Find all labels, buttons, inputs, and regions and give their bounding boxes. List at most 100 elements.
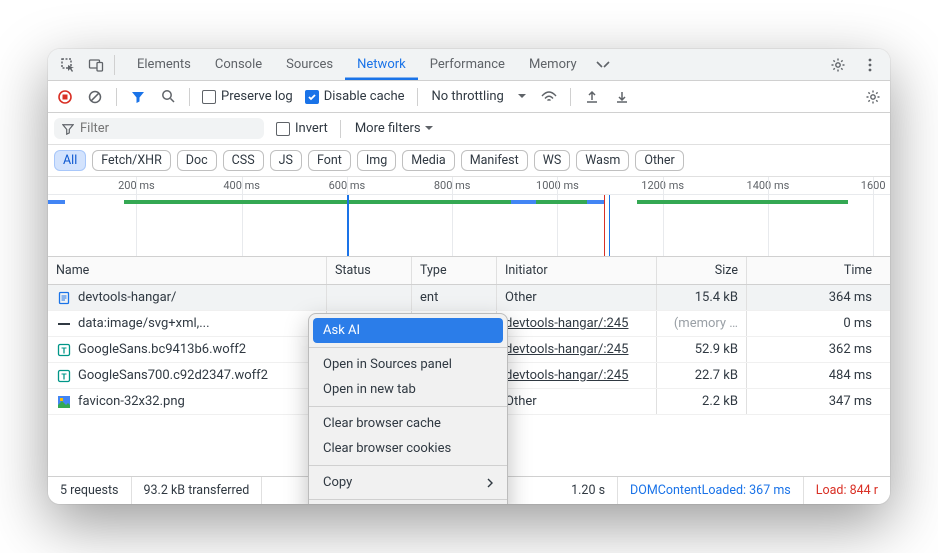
tab-performance[interactable]: Performance — [418, 49, 517, 80]
tab-console[interactable]: Console — [203, 49, 274, 80]
time-value: 364 ms — [829, 290, 872, 305]
time-value: 347 ms — [829, 394, 872, 409]
upload-har-icon[interactable] — [579, 84, 605, 110]
initiator-link[interactable]: devtools-hangar/:245 — [505, 368, 628, 383]
col-time[interactable]: Time — [747, 257, 890, 284]
chip-wasm[interactable]: Wasm — [576, 150, 629, 171]
more-tabs-icon[interactable] — [589, 49, 617, 80]
preserve-log-checkbox[interactable]: Preserve log — [198, 89, 297, 104]
chip-all[interactable]: All — [54, 150, 86, 171]
filter-bar: Invert More filters — [48, 113, 890, 145]
main-tabbar: Elements Console Sources Network Perform… — [48, 49, 890, 81]
disable-cache-label: Disable cache — [324, 89, 405, 104]
initiator-link[interactable]: devtools-hangar/:245 — [505, 316, 628, 331]
network-conditions-icon[interactable] — [536, 84, 562, 110]
col-type[interactable]: Type — [412, 257, 497, 284]
request-name: GoogleSans700.c92d2347.woff2 — [78, 368, 268, 383]
download-har-icon[interactable] — [609, 84, 635, 110]
chip-img[interactable]: Img — [357, 150, 396, 171]
devtools-window: Elements Console Sources Network Perform… — [48, 49, 890, 504]
ctx-open-tab[interactable]: Open in new tab — [309, 377, 507, 402]
ctx-clear-cache[interactable]: Clear browser cache — [309, 411, 507, 436]
device-toolbar-icon[interactable] — [82, 51, 110, 79]
funnel-icon — [62, 123, 74, 135]
chip-css[interactable]: CSS — [223, 150, 264, 171]
chip-ws[interactable]: WS — [534, 150, 571, 171]
request-name: favicon-32x32.png — [78, 394, 185, 409]
status-load: Load: 844 r — [804, 477, 890, 504]
panel-tabs: Elements Console Sources Network Perform… — [125, 49, 818, 80]
more-filters-label: More filters — [355, 121, 421, 136]
initiator-text: Other — [505, 290, 537, 305]
size-value: 52.9 kB — [695, 342, 738, 357]
chip-fetch-xhr[interactable]: Fetch/XHR — [92, 150, 171, 171]
tab-network[interactable]: Network — [345, 49, 418, 80]
time-value: 362 ms — [829, 342, 872, 357]
chevron-right-icon — [487, 478, 493, 488]
network-settings-icon[interactable] — [860, 84, 886, 110]
filter-input[interactable] — [80, 121, 256, 136]
request-name: data:image/svg+xml,... — [78, 316, 210, 331]
file-type-icon — [56, 290, 72, 306]
table-header: Name Status Type Initiator Size Time — [48, 257, 890, 285]
time-value: 0 ms — [843, 316, 872, 331]
chip-doc[interactable]: Doc — [177, 150, 217, 171]
file-type-icon — [56, 316, 72, 332]
record-button[interactable] — [52, 84, 78, 110]
filter-input-wrapper[interactable] — [54, 118, 264, 139]
status-dcl: DOMContentLoaded: 367 ms — [618, 477, 804, 504]
throttling-select[interactable]: No throttling — [426, 89, 532, 104]
invert-label: Invert — [295, 121, 328, 136]
file-type-icon: T — [56, 368, 72, 384]
tab-sources[interactable]: Sources — [274, 49, 345, 80]
search-icon[interactable] — [155, 84, 181, 110]
col-name[interactable]: Name — [48, 257, 327, 284]
context-menu: Ask AI Open in Sources panel Open in new… — [308, 313, 508, 504]
clear-button[interactable] — [82, 84, 108, 110]
svg-text:T: T — [61, 372, 67, 382]
ctx-copy-label: Copy — [323, 475, 352, 490]
request-name: devtools-hangar/ — [78, 290, 176, 305]
table-row[interactable]: devtools-hangar/ent Other 15.4 kB 364 ms — [48, 285, 890, 311]
size-value: 22.7 kB — [695, 368, 738, 383]
kebab-menu-icon[interactable] — [856, 51, 884, 79]
size-value: (memory … — [674, 316, 738, 331]
timeline-overview[interactable]: 200 ms 400 ms 600 ms 800 ms 1000 ms 1200… — [48, 177, 890, 257]
network-toolbar: Preserve log Disable cache No throttling — [48, 81, 890, 113]
col-status[interactable]: Status — [327, 257, 412, 284]
initiator-link[interactable]: devtools-hangar/:245 — [505, 342, 628, 357]
disable-cache-checkbox[interactable]: Disable cache — [301, 89, 409, 104]
col-initiator[interactable]: Initiator — [497, 257, 657, 284]
status-transferred: 93.2 kB transferred — [132, 477, 263, 504]
filter-toggle-icon[interactable] — [125, 84, 151, 110]
status-requests: 5 requests — [48, 477, 132, 504]
type-value: ent — [420, 290, 438, 305]
file-type-icon — [56, 394, 72, 410]
col-size[interactable]: Size — [657, 257, 747, 284]
throttling-label: No throttling — [432, 89, 504, 104]
tab-memory[interactable]: Memory — [517, 49, 589, 80]
initiator-text: Other — [505, 394, 537, 409]
svg-text:T: T — [61, 346, 67, 356]
chip-js[interactable]: JS — [270, 150, 302, 171]
chip-manifest[interactable]: Manifest — [461, 150, 528, 171]
ctx-copy[interactable]: Copy — [309, 470, 507, 495]
size-value: 15.4 kB — [695, 290, 738, 305]
ctx-clear-cookies[interactable]: Clear browser cookies — [309, 436, 507, 461]
type-filter-chips: All Fetch/XHR Doc CSS JS Font Img Media … — [48, 145, 890, 177]
chip-font[interactable]: Font — [308, 150, 351, 171]
tab-elements[interactable]: Elements — [125, 49, 203, 80]
ctx-ask-ai[interactable]: Ask AI — [313, 318, 503, 343]
size-value: 2.2 kB — [702, 394, 738, 409]
time-value: 484 ms — [829, 368, 872, 383]
file-type-icon: T — [56, 342, 72, 358]
chip-other[interactable]: Other — [635, 150, 683, 171]
chip-media[interactable]: Media — [402, 150, 454, 171]
ctx-open-sources[interactable]: Open in Sources panel — [309, 352, 507, 377]
preserve-log-label: Preserve log — [221, 89, 293, 104]
invert-checkbox[interactable]: Invert — [272, 121, 332, 136]
inspect-element-icon[interactable] — [54, 51, 82, 79]
settings-icon[interactable] — [824, 51, 852, 79]
request-name: GoogleSans.bc9413b6.woff2 — [78, 342, 246, 357]
more-filters-button[interactable]: More filters — [349, 121, 439, 136]
